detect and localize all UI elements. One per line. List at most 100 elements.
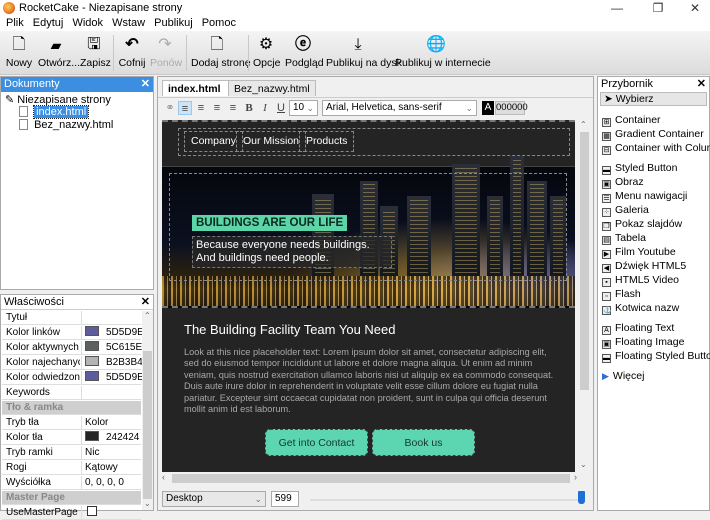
canvas-vertical-scrollbar[interactable]: ⌃ ⌄ bbox=[578, 120, 590, 472]
menu-plik[interactable]: Plik bbox=[3, 16, 27, 31]
link-icon[interactable]: ⚭ bbox=[163, 101, 177, 115]
book-us-button[interactable]: Book us bbox=[372, 429, 475, 456]
nav-link-products[interactable]: Products bbox=[299, 131, 355, 152]
select-tool[interactable]: ➤ Wybierz bbox=[600, 92, 707, 106]
color-swatch[interactable] bbox=[85, 356, 99, 366]
toolbox-item-galeria[interactable]: ⁘ Galeria bbox=[602, 204, 649, 217]
page-canvas[interactable]: Company Our Mission Products BUILDINGS A… bbox=[162, 120, 575, 472]
toolbox-item-container-with-columns[interactable]: ⊟Container with Columns bbox=[602, 142, 710, 155]
bold-button[interactable]: B bbox=[242, 101, 256, 115]
menu-edytuj[interactable]: Edytuj bbox=[30, 16, 67, 31]
device-select[interactable]: Desktop ⌄ bbox=[162, 491, 266, 507]
text-color-swatch[interactable]: A bbox=[482, 101, 494, 115]
property-category[interactable]: Tło & ramka bbox=[2, 401, 141, 415]
toolbox-item-floating-image[interactable]: ▣ Floating Image bbox=[602, 336, 684, 349]
nav-link-company[interactable]: Company bbox=[184, 131, 243, 152]
section-paragraph[interactable]: Look at this nice placeholder text: Lore… bbox=[184, 347, 554, 415]
scroll-down-icon[interactable]: ⌄ bbox=[144, 499, 151, 508]
scroll-thumb[interactable] bbox=[172, 474, 570, 483]
get-into-contact-button[interactable]: Get into Contact bbox=[265, 429, 368, 456]
property-row[interactable]: Kolor tła 242424 bbox=[2, 431, 141, 445]
toolbox-item-container[interactable]: ⊞ Container bbox=[602, 114, 661, 127]
publish-disk-button[interactable]: ⤓ Publikuj na dysk bbox=[326, 31, 402, 75]
property-row[interactable]: Kolor odwiedzonych linków5D5D9E bbox=[2, 371, 144, 385]
toolbox-item-film-youtube[interactable]: ▶ Film Youtube bbox=[602, 246, 676, 259]
text-color-value[interactable]: 000000 bbox=[495, 101, 528, 115]
scroll-up-icon[interactable]: ⌃ bbox=[144, 311, 151, 320]
color-swatch[interactable] bbox=[85, 371, 99, 381]
toolbox-item-menu-nawigacji[interactable]: ☰ Menu nawigacji bbox=[602, 190, 687, 203]
underline-button[interactable]: U bbox=[274, 101, 288, 115]
publish-web-button[interactable]: 🌐 Publikuj w internecie bbox=[395, 31, 491, 75]
close-panel-icon[interactable]: ✕ bbox=[141, 295, 150, 310]
color-swatch[interactable] bbox=[85, 326, 99, 336]
property-row[interactable]: Kolor aktywnych linków5C615E bbox=[2, 341, 142, 355]
property-value[interactable]: 0, 0, 0, 0 bbox=[81, 476, 141, 490]
toolbox-item-flash[interactable]: ▫ Flash bbox=[602, 288, 641, 301]
checkbox[interactable] bbox=[87, 506, 97, 516]
property-row[interactable]: Keywords bbox=[2, 386, 141, 400]
property-value[interactable] bbox=[81, 386, 141, 400]
redo-button[interactable]: ↷ Ponów bbox=[150, 31, 182, 75]
width-slider-handle[interactable] bbox=[578, 491, 585, 504]
properties-scrollbar[interactable]: ⌃ ⌄ bbox=[142, 311, 153, 510]
scroll-left-icon[interactable]: ‹ bbox=[162, 472, 165, 482]
tree-file-bez-nazwy[interactable]: Bez_nazwy.html bbox=[19, 119, 113, 131]
toolbox-item-floating-text[interactable]: A Floating Text bbox=[602, 322, 674, 335]
property-row[interactable]: Wyściółka 0, 0, 0, 0 bbox=[2, 476, 141, 490]
property-category[interactable]: Master Page bbox=[2, 491, 141, 505]
toolbox-item-gradient-container[interactable]: ▦ Gradient Container bbox=[602, 128, 704, 141]
property-row[interactable]: Tryb ramki Nic bbox=[2, 446, 141, 460]
section-heading[interactable]: The Building Facility Team You Need bbox=[184, 322, 396, 337]
width-input[interactable]: 599 bbox=[271, 491, 299, 507]
menu-widok[interactable]: Widok bbox=[69, 16, 106, 31]
property-row[interactable]: Kolor linków 5D5D9E bbox=[2, 326, 144, 340]
maximize-button[interactable]: ❐ bbox=[643, 0, 673, 16]
menu-wstaw[interactable]: Wstaw bbox=[109, 16, 148, 31]
scroll-thumb[interactable] bbox=[143, 351, 152, 499]
preview-button[interactable]: ⓔ Podgląd bbox=[285, 31, 324, 75]
font-size-select[interactable]: 10 ⌄ bbox=[289, 100, 318, 116]
property-value[interactable]: 5C615E bbox=[81, 341, 142, 355]
new-button[interactable]: 🗋 Nowy bbox=[5, 31, 33, 75]
property-value[interactable] bbox=[81, 506, 141, 520]
property-value[interactable]: Kątowy bbox=[81, 461, 141, 475]
property-value[interactable]: 5D5D9E bbox=[81, 371, 144, 385]
property-value[interactable]: Nic bbox=[81, 446, 141, 460]
options-button[interactable]: ⚙ Opcje bbox=[253, 31, 280, 75]
scroll-thumb[interactable] bbox=[580, 132, 589, 390]
toolbox-more[interactable]: ▶ Więcej bbox=[602, 370, 644, 382]
open-button[interactable]: ▰ Otwórz... bbox=[38, 31, 80, 75]
align-left-icon[interactable]: ≡ bbox=[178, 101, 192, 115]
close-window-button[interactable]: ✕ bbox=[680, 0, 710, 16]
property-row[interactable]: Rogi Kątowy bbox=[2, 461, 141, 475]
property-value[interactable]: 242424 bbox=[81, 431, 141, 445]
scroll-up-icon[interactable]: ⌃ bbox=[580, 120, 587, 129]
toolbox-item-obraz[interactable]: ▣ Obraz bbox=[602, 176, 644, 189]
color-swatch[interactable] bbox=[85, 341, 99, 351]
width-slider-track[interactable] bbox=[310, 499, 582, 501]
tab-bez-nazwy-html[interactable]: Bez_nazwy.html bbox=[228, 80, 316, 96]
toolbox-item-styled-button[interactable]: ▬ Styled Button bbox=[602, 162, 677, 175]
scroll-right-icon[interactable]: › bbox=[574, 472, 577, 482]
toolbox-item-html5-video[interactable]: ▪ HTML5 Video bbox=[602, 274, 679, 287]
nav-link-our-mission[interactable]: Our Mission bbox=[236, 131, 307, 152]
tree-file-index[interactable]: index.html bbox=[19, 105, 90, 119]
save-button[interactable]: 🖫 Zapisz bbox=[80, 31, 111, 75]
add-page-button[interactable]: 🗋 Dodaj stronę bbox=[191, 31, 251, 75]
align-right-icon[interactable]: ≡ bbox=[210, 101, 224, 115]
close-panel-icon[interactable]: ✕ bbox=[697, 77, 706, 92]
property-value[interactable] bbox=[81, 311, 141, 325]
hero-subtitle[interactable]: Because everyone needs buildings. And bu… bbox=[192, 236, 392, 268]
font-family-select[interactable]: Arial, Helvetica, sans-serif ⌄ bbox=[322, 100, 477, 116]
align-center-icon[interactable]: ≡ bbox=[194, 101, 208, 115]
close-panel-icon[interactable]: ✕ bbox=[141, 77, 150, 92]
canvas-horizontal-scrollbar[interactable]: ‹ › bbox=[162, 472, 579, 485]
toolbox-item-floating-styled-button[interactable]: ▬ Floating Styled Button bbox=[602, 350, 710, 363]
scroll-down-icon[interactable]: ⌄ bbox=[580, 460, 587, 469]
toolbox-item-kotwica-nazw[interactable]: ⚓ Kotwica nazw bbox=[602, 302, 679, 315]
color-swatch[interactable] bbox=[85, 431, 99, 441]
property-row[interactable]: Tytuł bbox=[2, 311, 141, 325]
property-row[interactable]: Kolor najechanych linkówB2B3B4 bbox=[2, 356, 143, 370]
hero-image[interactable]: BUILDINGS ARE OUR LIFE Because everyone … bbox=[162, 156, 575, 308]
